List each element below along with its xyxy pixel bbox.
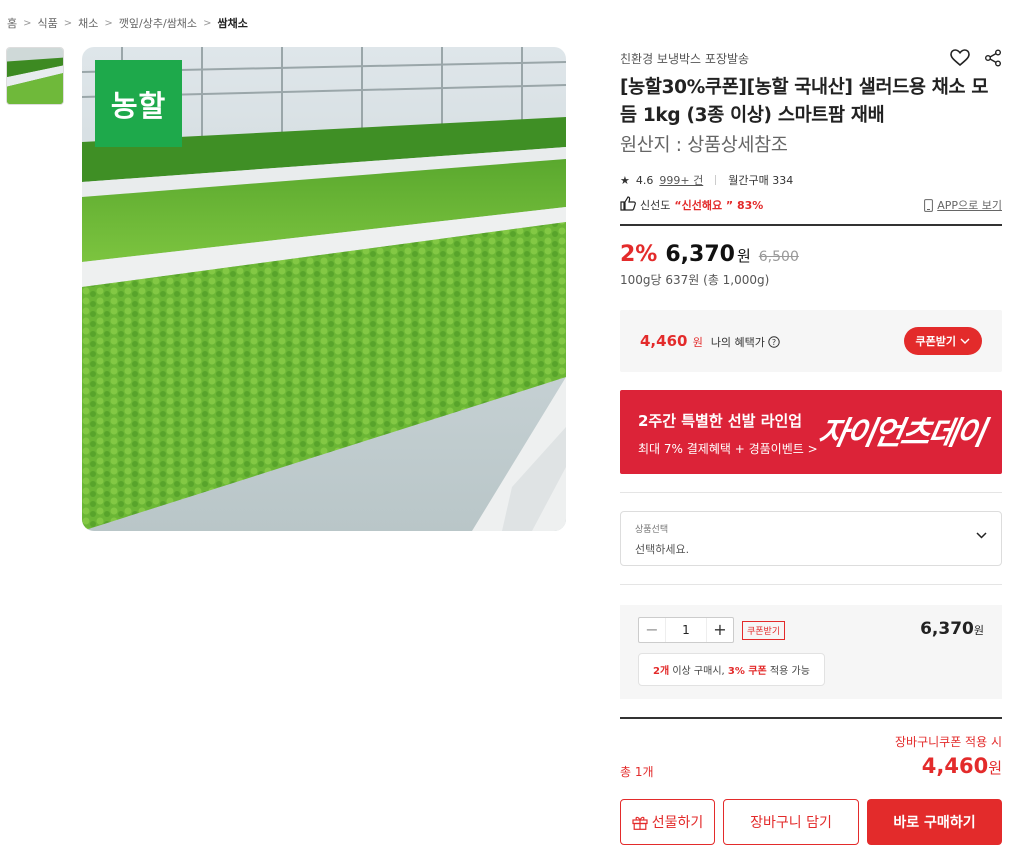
- quantity-box: − 1 + 쿠폰받기 6,370원 2개 이상 구매시, 3% 쿠폰 적용 가능: [620, 605, 1002, 699]
- breadcrumb-separator: >: [104, 17, 113, 29]
- benefit-price-value: 4,460: [640, 332, 688, 350]
- breadcrumb-current[interactable]: 쌈채소: [217, 15, 247, 31]
- chevron-down-icon: [976, 532, 987, 539]
- tip-suffix: 적용 가능: [766, 666, 810, 677]
- seller-row: 친환경 보냉박스 포장발송: [620, 46, 1002, 70]
- select-label: 상품선택: [635, 525, 669, 535]
- unit-price: 100g당 637원 (총 1,000g): [620, 273, 770, 287]
- star-icon: ★: [620, 173, 630, 187]
- won-unit: 원: [973, 624, 984, 637]
- review-count-link[interactable]: 999+ 건: [659, 172, 703, 188]
- divider: [620, 584, 1002, 585]
- buy-now-button[interactable]: 바로 구매하기: [867, 799, 1002, 845]
- gift-button-label: 선물하기: [651, 815, 704, 831]
- share-icon[interactable]: [984, 49, 1002, 67]
- section-divider: [620, 224, 1002, 226]
- rating-value: 4.6: [635, 173, 654, 187]
- freshness-row: 신선도 “신선해요 ” 83% APP으로 보기: [620, 196, 1002, 214]
- coupon-download-button[interactable]: 쿠폰받기: [903, 327, 982, 355]
- monthly-purchase: 월간구매 334: [728, 174, 794, 187]
- breadcrumb-leafy[interactable]: 깻잎/상추/쌈채소: [119, 15, 197, 31]
- breadcrumb-separator: >: [23, 17, 32, 29]
- add-to-cart-button[interactable]: 장바구니 담기: [723, 799, 859, 845]
- product-main-image: 농할: [82, 47, 566, 531]
- coupon-button-label: 쿠폰받기: [915, 335, 956, 348]
- total-price: 4,460원: [895, 754, 1002, 778]
- increase-button[interactable]: +: [707, 618, 733, 642]
- tip-prefix: 2개: [653, 666, 670, 677]
- chevron-down-icon: [960, 338, 970, 344]
- thumbs-up-icon: [620, 196, 636, 214]
- quantity-value[interactable]: 1: [665, 618, 707, 642]
- product-origin: 원산지 : 상품상세참조: [620, 135, 788, 156]
- price-row: 2% 6,370 원 6,500: [620, 242, 1002, 267]
- coupon-tip: 2개 이상 구매시, 3% 쿠폰 적용 가능: [638, 653, 825, 686]
- svg-text:?: ?: [772, 338, 776, 347]
- breadcrumb-food[interactable]: 식품: [38, 15, 58, 31]
- original-price: 6,500: [758, 249, 799, 265]
- won-unit: 원: [736, 247, 751, 265]
- promo-banner[interactable]: 2주간 특별한 선발 라인업 최대 7% 결제혜택 + 경품이벤트 > 자이언츠…: [620, 390, 1002, 474]
- breadcrumb-separator: >: [63, 17, 73, 29]
- decrease-button[interactable]: −: [639, 618, 665, 642]
- item-coupon-button[interactable]: 쿠폰받기: [742, 620, 786, 640]
- total-count: 총 1개: [620, 765, 654, 779]
- benefit-label-text: 나의 혜택가: [710, 336, 765, 349]
- app-view-link[interactable]: APP으로 보기: [924, 197, 1002, 213]
- product-thumbnail[interactable]: [6, 47, 64, 105]
- gift-button[interactable]: 선물하기: [620, 799, 715, 845]
- breadcrumb-vegetable[interactable]: 채소: [78, 15, 98, 31]
- gift-icon: [632, 816, 648, 830]
- quantity-stepper: − 1 +: [638, 617, 734, 643]
- select-value: 선택하세요.: [635, 543, 690, 556]
- cart-coupon-note: 장바구니쿠폰 적용 시: [895, 735, 1002, 749]
- giants-day-logo: 자이언츠데이: [815, 414, 987, 452]
- benefit-label: 나의 혜택가 ?: [711, 334, 780, 350]
- line-price-value: 6,370: [920, 619, 974, 639]
- heart-icon[interactable]: [950, 49, 970, 67]
- nonghal-badge: 농할: [95, 60, 182, 147]
- app-view-label: APP으로 보기: [937, 199, 1002, 212]
- freshness-value: “신선해요 ” 83%: [674, 199, 764, 212]
- seller-note: 친환경 보냉박스 포장발송: [620, 51, 750, 66]
- breadcrumb: 홈 > 식품 > 채소 > 깻잎/상추/쌈채소 > 쌈채소: [7, 15, 248, 31]
- sale-price-value: 6,370: [665, 242, 735, 267]
- total-area: 총 1개 장바구니쿠폰 적용 시 4,460원: [620, 733, 1002, 791]
- product-option-select[interactable]: 상품선택 선택하세요.: [620, 511, 1002, 566]
- divider: [715, 175, 717, 185]
- won-unit: 원: [692, 336, 703, 349]
- product-title: [농할30%쿠폰][농할 국내산] 샐러드용 채소 모듬 1kg (3종 이상)…: [620, 77, 989, 126]
- won-unit: 원: [988, 759, 1002, 777]
- breadcrumb-home[interactable]: 홈: [7, 15, 17, 31]
- sale-price: 6,370 원: [665, 242, 750, 267]
- benefit-box: 4,460 원 나의 혜택가 ? 쿠폰받기: [620, 310, 1002, 372]
- phone-icon: [924, 198, 934, 212]
- product-info-panel: 친환경 보냉박스 포장발송 [농할30%쿠폰][농할 국내산] 샐러드용 채소 …: [620, 46, 1002, 845]
- info-icon[interactable]: ?: [768, 336, 780, 348]
- action-buttons: 선물하기 장바구니 담기 바로 구매하기: [620, 799, 1002, 845]
- section-divider: [620, 717, 1002, 719]
- total-price-value: 4,460: [921, 754, 989, 778]
- tip-mid: 이상 구매시,: [669, 666, 728, 677]
- top-icons: [950, 49, 1002, 67]
- divider: [620, 492, 1002, 493]
- benefit-price: 4,460 원: [640, 332, 703, 350]
- freshness-label: 신선도: [640, 199, 671, 212]
- breadcrumb-separator: >: [203, 17, 212, 29]
- tip-highlight: 3% 쿠폰: [727, 666, 767, 677]
- lettuce-thumbnail-image: [7, 48, 63, 104]
- line-price: 6,370원: [920, 619, 984, 639]
- discount-rate: 2%: [620, 242, 658, 267]
- rating-row: ★ 4.6 999+ 건 월간구매 334: [620, 172, 1002, 188]
